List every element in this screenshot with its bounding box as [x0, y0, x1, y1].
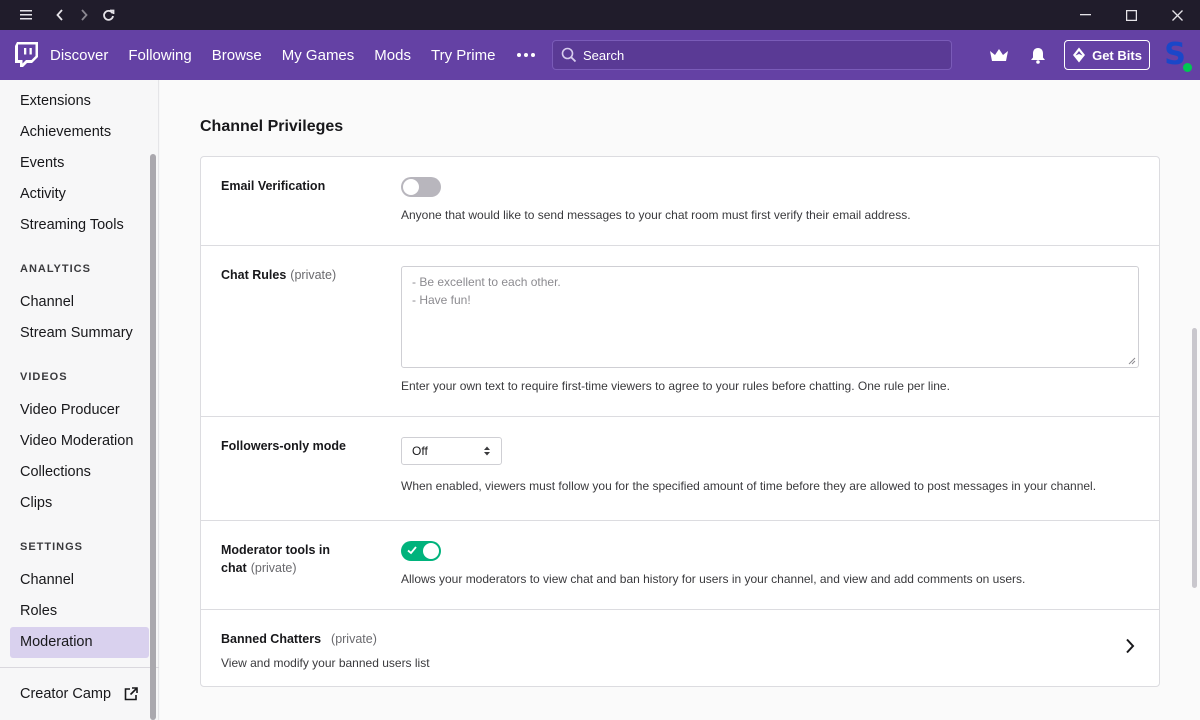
nav-mods[interactable]: Mods	[374, 47, 411, 64]
sidebar-item-creator-camp[interactable]: Creator Camp	[20, 686, 111, 702]
title-bar	[0, 0, 1200, 30]
sidebar-item-analytics-channel[interactable]: Channel	[20, 294, 74, 310]
chat-rules-line-1: - Be excellent to each other.	[412, 275, 561, 289]
privileges-card: Email Verification Anyone that would lik…	[200, 156, 1160, 687]
banned-chatters-row[interactable]: Banned Chatters (private) View and modify…	[201, 610, 1159, 686]
sidebar-item-settings-channel[interactable]: Channel	[20, 572, 74, 588]
main-scrollbar[interactable]	[1192, 328, 1197, 588]
moderator-tools-toggle[interactable]	[401, 541, 441, 561]
followers-only-row: Followers-only mode Off When enabled, vi…	[201, 417, 1159, 521]
sidebar-divider	[0, 667, 159, 668]
sidebar-item-extensions[interactable]: Extensions	[20, 93, 91, 109]
email-verification-label: Email Verification	[221, 179, 326, 193]
nav-discover[interactable]: Discover	[50, 47, 108, 64]
back-icon[interactable]	[48, 0, 72, 30]
maximize-icon[interactable]	[1108, 0, 1154, 30]
nav-browse[interactable]: Browse	[212, 47, 262, 64]
chat-rules-help: Enter your own text to require first-tim…	[401, 379, 950, 393]
search-icon	[561, 47, 577, 63]
moderator-tools-label-line-2: chat	[221, 561, 247, 575]
main-content: Channel Privileges Email Verification An…	[160, 80, 1200, 720]
crown-icon[interactable]	[988, 48, 1010, 62]
followers-only-label: Followers-only mode	[221, 439, 347, 453]
minimize-icon[interactable]	[1062, 0, 1108, 30]
bell-icon[interactable]	[1028, 47, 1048, 64]
sidebar-item-moderation[interactable]: Moderation	[20, 634, 93, 650]
get-bits-button[interactable]: Get Bits	[1064, 40, 1150, 70]
avatar[interactable]: S	[1160, 40, 1192, 72]
email-verification-help: Anyone that would like to send messages …	[401, 208, 911, 222]
forward-icon[interactable]	[72, 0, 96, 30]
email-verification-toggle[interactable]	[401, 177, 441, 197]
sidebar-item-collections[interactable]: Collections	[20, 464, 91, 480]
sidebar-item-activity[interactable]: Activity	[20, 186, 66, 202]
chat-rules-label: Chat Rules (private)	[221, 266, 336, 284]
moderator-tools-help: Allows your moderators to view chat and …	[401, 572, 1026, 586]
refresh-icon[interactable]	[96, 0, 120, 30]
sidebar-header-analytics: ANALYTICS	[20, 263, 91, 275]
bits-icon	[1073, 47, 1086, 63]
followers-only-select[interactable]: Off	[401, 437, 502, 465]
banned-chatters-label: Banned Chatters (private)	[221, 630, 377, 648]
nav-bar: Discover Following Browse My Games Mods …	[0, 30, 1200, 80]
sidebar-item-achievements[interactable]: Achievements	[20, 124, 111, 140]
moderator-tools-private-tag: (private)	[250, 561, 297, 575]
banned-chatters-label-text: Banned Chatters	[221, 632, 322, 646]
chat-rules-private-tag: (private)	[290, 268, 337, 282]
sidebar-item-video-producer[interactable]: Video Producer	[20, 402, 120, 418]
chevron-right-icon[interactable]	[1125, 638, 1135, 654]
sidebar-item-roles[interactable]: Roles	[20, 603, 57, 619]
more-icon[interactable]	[517, 53, 536, 57]
sidebar-item-clips[interactable]: Clips	[20, 495, 52, 511]
twitch-logo-icon[interactable]	[13, 42, 39, 68]
get-bits-label: Get Bits	[1092, 47, 1142, 63]
sidebar-scrollbar[interactable]	[150, 154, 156, 720]
search-placeholder: Search	[583, 47, 625, 63]
sidebar-item-events[interactable]: Events	[20, 155, 64, 171]
followers-only-help: When enabled, viewers must follow you fo…	[401, 479, 1097, 493]
moderator-tools-row: Moderator tools in chat (private) Allows …	[201, 521, 1159, 610]
nav-following[interactable]: Following	[128, 47, 191, 64]
moderator-tools-label-line-1: Moderator tools in	[221, 543, 331, 557]
banned-chatters-help: View and modify your banned users list	[221, 656, 430, 670]
menu-icon[interactable]	[14, 0, 38, 30]
moderator-tools-label: Moderator tools in chat (private)	[221, 541, 330, 577]
check-icon	[407, 546, 417, 555]
resize-grip-icon[interactable]	[1128, 357, 1136, 365]
external-link-icon	[124, 687, 138, 701]
sidebar: Extensions Achievements Events Activity …	[0, 80, 159, 720]
chat-rules-row: Chat Rules (private) - Be excellent to ea…	[201, 246, 1159, 417]
email-verification-row: Email Verification Anyone that would lik…	[201, 157, 1159, 246]
followers-only-value: Off	[412, 444, 428, 458]
page-title: Channel Privileges	[200, 118, 344, 135]
close-icon[interactable]	[1154, 0, 1200, 30]
chat-rules-textarea[interactable]: - Be excellent to each other. - Have fun…	[401, 266, 1139, 368]
online-status-dot	[1183, 63, 1192, 72]
select-arrows-icon	[484, 446, 490, 456]
nav-try-prime[interactable]: Try Prime	[431, 47, 495, 64]
search-input[interactable]: Search	[552, 40, 952, 70]
sidebar-item-video-moderation[interactable]: Video Moderation	[20, 433, 133, 449]
sidebar-header-settings: SETTINGS	[20, 541, 84, 553]
nav-my-games[interactable]: My Games	[282, 47, 355, 64]
sidebar-item-stream-summary[interactable]: Stream Summary	[20, 325, 133, 341]
chat-rules-line-2: - Have fun!	[412, 293, 471, 307]
sidebar-header-videos: VIDEOS	[20, 371, 68, 383]
banned-chatters-private-tag: (private)	[331, 632, 377, 646]
chat-rules-label-text: Chat Rules	[221, 268, 287, 282]
sidebar-item-streaming-tools[interactable]: Streaming Tools	[20, 217, 124, 233]
